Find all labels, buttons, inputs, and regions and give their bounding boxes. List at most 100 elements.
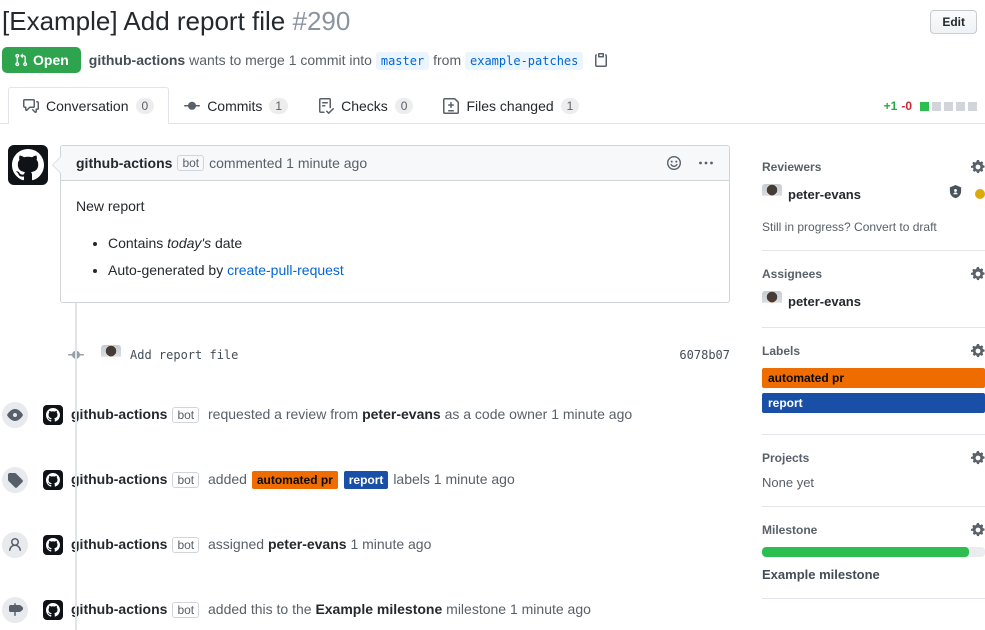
milestone-progress-bar — [762, 547, 985, 557]
tab-counter: 0 — [395, 98, 414, 114]
person-icon — [0, 530, 30, 560]
tab-counter: 1 — [561, 98, 580, 114]
comment-discussion-icon — [23, 98, 39, 114]
tab-checks[interactable]: Checks 0 — [303, 87, 428, 124]
gear-icon[interactable] — [971, 344, 985, 358]
diffstat[interactable]: +1 -0 — [884, 99, 977, 113]
projects-empty-text: None yet — [762, 475, 985, 490]
label-report[interactable]: report — [762, 393, 985, 413]
pending-review-dot — [975, 189, 985, 199]
code-owner-shield-icon — [948, 185, 963, 203]
label-chip-report[interactable]: report — [344, 471, 389, 489]
tab-label: Files changed — [466, 98, 553, 114]
labels-header: Labels — [762, 344, 800, 358]
tab-conversation[interactable]: Conversation 0 — [8, 87, 169, 124]
tab-label: Checks — [341, 98, 388, 114]
milestone-header: Milestone — [762, 523, 817, 537]
commit-row: Add report file 6078b07 — [0, 345, 730, 365]
avatar[interactable] — [101, 345, 121, 365]
git-commit-icon — [184, 98, 200, 114]
edit-button[interactable]: Edit — [930, 10, 977, 34]
head-branch-chip[interactable]: example-patches — [465, 52, 583, 70]
commit-message[interactable]: Add report file — [130, 348, 679, 362]
pr-content: github-actions bot commented 1 minute ag… — [0, 124, 985, 628]
kebab-menu-icon[interactable] — [698, 155, 714, 171]
convert-to-draft-hint: Still in progress? Convert to draft — [762, 220, 985, 234]
pr-state-badge: Open — [2, 47, 81, 73]
diff-block — [932, 102, 941, 111]
event-labeled: github-actionsbot added automated pr rep… — [0, 464, 730, 495]
tab-commits[interactable]: Commits 1 — [169, 87, 303, 124]
event-actor[interactable]: github-actions — [71, 536, 167, 552]
gear-icon[interactable] — [971, 267, 985, 281]
comment-author[interactable]: github-actions — [76, 155, 172, 171]
event-actor[interactable]: github-actions — [71, 601, 167, 617]
event-actor[interactable]: github-actions — [71, 471, 167, 487]
gear-icon[interactable] — [971, 451, 985, 465]
base-branch-chip[interactable]: master — [376, 52, 429, 70]
assignee-name[interactable]: peter-evans — [788, 294, 861, 309]
checklist-icon — [318, 98, 334, 114]
bot-badge: bot — [172, 602, 199, 618]
merge-sentence: wants to merge 1 commit into — [189, 52, 372, 68]
avatar[interactable] — [762, 291, 782, 311]
pr-author[interactable]: github-actions — [89, 52, 185, 68]
comment-bullet: Contains today's date — [108, 233, 714, 254]
assignee-row: peter-evans — [762, 291, 985, 311]
comment-box: github-actions bot commented 1 minute ag… — [60, 145, 730, 303]
diff-block — [944, 102, 953, 111]
event-target-user[interactable]: peter-evans — [362, 406, 441, 422]
reviewer-row: peter-evans — [762, 184, 985, 204]
reviewers-header: Reviewers — [762, 160, 821, 174]
avatar[interactable] — [43, 600, 63, 620]
assignees-header: Assignees — [762, 267, 822, 281]
commit-sha[interactable]: 6078b07 — [679, 348, 730, 362]
reviewer-name[interactable]: peter-evans — [788, 187, 861, 202]
eye-icon — [0, 400, 30, 430]
event-actor[interactable]: github-actions — [71, 406, 167, 422]
comment-body: New report Contains today's date Auto-ge… — [61, 181, 729, 302]
comment-action-text: commented 1 minute ago — [209, 155, 367, 171]
tab-label: Commits — [207, 98, 262, 114]
gear-icon[interactable] — [971, 160, 985, 174]
add-reaction-icon[interactable] — [666, 155, 682, 171]
tab-files-changed[interactable]: Files changed 1 — [428, 87, 594, 124]
comment-intro: New report — [76, 196, 714, 217]
from-word: from — [433, 52, 461, 68]
pr-header: [Example] Add report file #290 Edit — [0, 0, 985, 37]
event-target-user[interactable]: peter-evans — [268, 536, 347, 552]
bot-badge: bot — [172, 537, 199, 553]
sidebar-section-assignees: Assignees peter-evans — [762, 251, 985, 328]
avatar[interactable] — [43, 405, 63, 425]
avatar[interactable] — [8, 145, 48, 185]
avatar[interactable] — [762, 184, 782, 204]
diff-additions: +1 — [884, 99, 898, 113]
tab-counter: 0 — [136, 98, 155, 114]
bot-badge: bot — [172, 407, 199, 423]
pr-number: #290 — [293, 6, 351, 36]
diff-block — [956, 102, 965, 111]
comment-header: github-actions bot commented 1 minute ag… — [61, 146, 729, 181]
bot-badge: bot — [172, 472, 199, 488]
git-pull-request-icon — [14, 53, 28, 67]
event-assigned: github-actionsbot assigned peter-evans 1… — [0, 529, 730, 560]
milestone-name[interactable]: Example milestone — [762, 567, 985, 582]
avatar[interactable] — [43, 535, 63, 555]
event-review-requested: github-actionsbot requested a review fro… — [0, 399, 730, 430]
page-title: [Example] Add report file #290 — [2, 6, 350, 37]
gear-icon[interactable] — [971, 523, 985, 537]
create-pull-request-link[interactable]: create-pull-request — [227, 262, 344, 278]
label-automated-pr[interactable]: automated pr — [762, 368, 985, 388]
sidebar-section-reviewers: Reviewers peter-evans Still in progress?… — [762, 145, 985, 251]
discussion-column: github-actions bot commented 1 minute ag… — [0, 145, 730, 628]
pr-meta-row: Open github-actions wants to merge 1 com… — [0, 37, 985, 87]
pr-state-label: Open — [33, 52, 69, 68]
event-milestone-name[interactable]: Example milestone — [315, 601, 442, 617]
avatar[interactable] — [43, 470, 63, 490]
sidebar: Reviewers peter-evans Still in progress?… — [762, 145, 985, 628]
copy-branch-icon[interactable] — [593, 52, 609, 68]
octocat-icon — [12, 149, 44, 181]
label-chip-automated-pr[interactable]: automated pr — [252, 471, 338, 489]
convert-to-draft-link[interactable]: Convert to draft — [854, 220, 937, 234]
pr-tab-bar: Conversation 0 Commits 1 Checks 0 Files … — [0, 87, 985, 124]
